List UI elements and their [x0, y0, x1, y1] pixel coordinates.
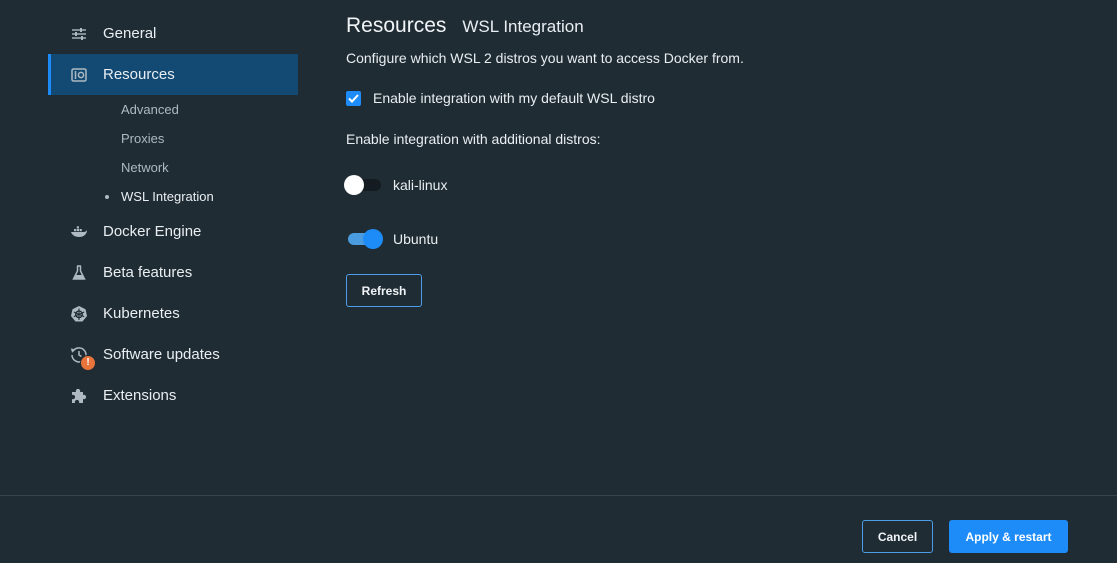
- sidebar-subitem-label: Proxies: [121, 131, 165, 146]
- ubuntu-toggle[interactable]: [346, 229, 383, 249]
- sidebar-item-docker-engine[interactable]: Docker Engine: [48, 211, 298, 252]
- sidebar-subitem-proxies[interactable]: Proxies: [48, 124, 298, 153]
- distro-name: Ubuntu: [393, 231, 439, 247]
- sidebar-item-software-updates[interactable]: ! Software updates: [48, 334, 298, 375]
- current-page-dot: [105, 195, 109, 199]
- toggle-knob: [344, 175, 364, 195]
- update-history-icon: !: [68, 344, 96, 371]
- sidebar-item-label: Beta features: [103, 264, 193, 281]
- sidebar-subitem-label: Network: [121, 160, 169, 175]
- sliders-icon: [68, 23, 90, 45]
- distro-row-ubuntu: Ubuntu: [346, 229, 438, 249]
- sidebar-subitem-label: Advanced: [121, 102, 179, 117]
- sidebar-subitem-wsl-integration[interactable]: WSL Integration: [48, 182, 298, 211]
- puzzle-icon: [68, 385, 90, 407]
- sidebar-item-general[interactable]: General: [48, 13, 298, 54]
- footer-divider: [0, 495, 1117, 496]
- settings-sidebar: General Resources Advanced Proxies Netwo…: [48, 13, 298, 416]
- sidebar-item-label: Extensions: [103, 387, 177, 404]
- resources-icon: [68, 64, 90, 86]
- checkmark-icon: [348, 93, 359, 103]
- default-distro-option: Enable integration with my default WSL d…: [346, 90, 655, 106]
- sidebar-item-label: Software updates: [103, 346, 220, 363]
- distro-row-kali-linux: kali-linux: [344, 175, 448, 195]
- sidebar-subitem-advanced[interactable]: Advanced: [48, 95, 298, 124]
- page-subtitle: WSL Integration: [462, 17, 584, 36]
- sidebar-item-label: Kubernetes: [103, 305, 180, 322]
- cancel-button[interactable]: Cancel: [862, 520, 933, 553]
- additional-distros-label: Enable integration with additional distr…: [346, 131, 601, 147]
- apply-restart-button[interactable]: Apply & restart: [949, 520, 1068, 553]
- sidebar-item-label: Docker Engine: [103, 223, 202, 240]
- default-distro-label[interactable]: Enable integration with my default WSL d…: [373, 90, 655, 106]
- toggle-knob: [363, 229, 383, 249]
- sidebar-item-kubernetes[interactable]: Kubernetes: [48, 293, 298, 334]
- sidebar-item-extensions[interactable]: Extensions: [48, 375, 298, 416]
- whale-icon: [68, 221, 90, 243]
- default-distro-checkbox[interactable]: [346, 90, 361, 106]
- sidebar-subitem-network[interactable]: Network: [48, 153, 298, 182]
- kali-linux-toggle[interactable]: [344, 175, 381, 195]
- update-alert-badge: !: [80, 354, 96, 371]
- page-description: Configure which WSL 2 distros you want t…: [346, 50, 744, 66]
- flask-icon: [68, 262, 90, 284]
- sidebar-item-resources[interactable]: Resources: [48, 54, 298, 95]
- sidebar-item-beta-features[interactable]: Beta features: [48, 252, 298, 293]
- distro-name: kali-linux: [393, 177, 448, 193]
- sidebar-item-label: Resources: [103, 66, 175, 83]
- refresh-button[interactable]: Refresh: [346, 274, 422, 307]
- sidebar-item-label: General: [103, 25, 157, 42]
- sidebar-subitem-label: WSL Integration: [121, 189, 214, 204]
- page-title: Resources: [346, 14, 447, 37]
- kubernetes-icon: [68, 303, 90, 325]
- page-heading: Resources WSL Integration: [346, 14, 584, 38]
